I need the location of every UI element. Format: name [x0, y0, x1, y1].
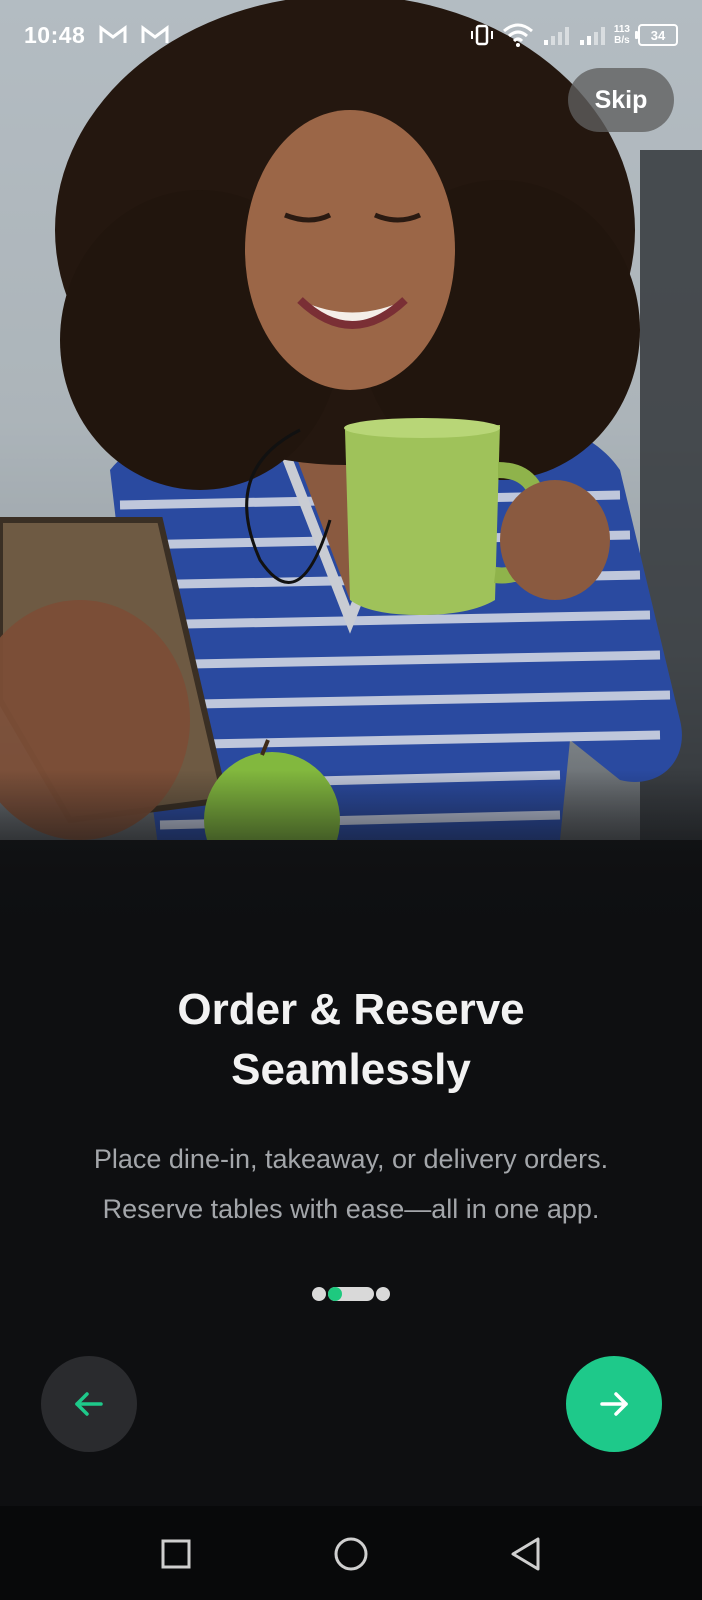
system-back-button[interactable] — [506, 1534, 546, 1574]
battery-level: 34 — [650, 27, 666, 43]
back-button[interactable] — [41, 1356, 137, 1452]
arrow-right-icon — [600, 1392, 628, 1416]
system-navigation-bar — [0, 1506, 702, 1600]
status-bar: 10:48 113 B/s 34 — [0, 0, 702, 70]
arrow-left-icon — [75, 1392, 103, 1416]
status-time: 10:48 — [24, 21, 86, 48]
wifi-icon — [502, 23, 533, 47]
onboarding-subtitle: Place dine-in, takeaway, or delivery ord… — [30, 1134, 672, 1234]
circle-home-icon — [334, 1537, 368, 1571]
page-indicator — [312, 1287, 392, 1301]
status-right: 113 B/s 34 — [470, 23, 678, 47]
triangle-back-icon — [511, 1537, 540, 1571]
battery-icon: 34 — [635, 24, 678, 46]
gmail-icon — [99, 25, 127, 43]
signal-icon — [543, 27, 569, 45]
square-recents-icon — [161, 1539, 191, 1569]
page-dot-3[interactable] — [376, 1287, 390, 1301]
network-speed-value: 113 — [613, 24, 630, 35]
onboarding-screen: 10:48 113 B/s 34 Skip Order & Reserve Se… — [0, 0, 702, 1600]
vibrate-icon — [470, 24, 493, 46]
title-line-2: Seamlessly — [231, 1045, 471, 1094]
hero-image — [0, 0, 702, 930]
home-button[interactable] — [331, 1534, 371, 1574]
network-speed: 113 B/s — [614, 24, 630, 46]
subtitle-line-1: Place dine-in, takeaway, or delivery ord… — [93, 1144, 609, 1174]
skip-button[interactable]: Skip — [568, 68, 674, 132]
skip-label: Skip — [594, 85, 648, 114]
subtitle-line-2: Reserve tables with ease—all in one app. — [102, 1194, 600, 1224]
recents-button[interactable] — [156, 1534, 196, 1574]
status-left: 10:48 — [24, 22, 169, 49]
page-dot-2-active[interactable] — [328, 1287, 374, 1301]
page-dot-1[interactable] — [312, 1287, 326, 1301]
next-button[interactable] — [566, 1356, 662, 1452]
gmail-icon — [141, 25, 169, 43]
hero-fade — [0, 770, 702, 930]
title-line-1: Order & Reserve — [177, 985, 525, 1034]
signal-icon — [579, 27, 605, 45]
network-speed-unit: B/s — [614, 35, 630, 46]
onboarding-title: Order & Reserve Seamlessly — [40, 980, 662, 1100]
